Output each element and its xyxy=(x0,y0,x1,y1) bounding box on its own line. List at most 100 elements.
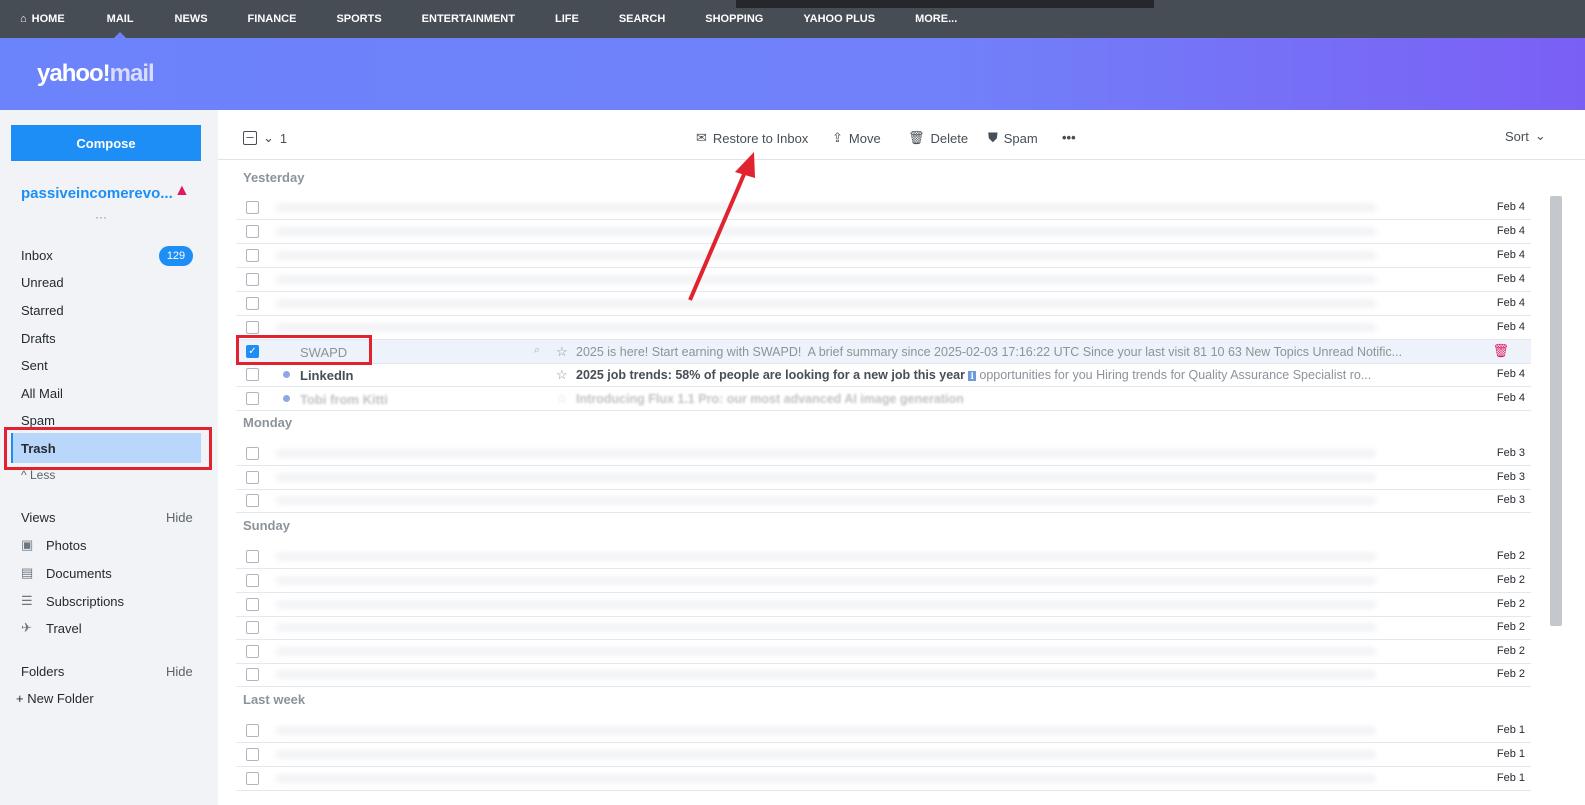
unread-dot[interactable] xyxy=(283,395,290,402)
home-icon[interactable]: ⌂ xyxy=(20,0,27,38)
info-icon: ℹ xyxy=(968,371,976,381)
nav-home[interactable]: HOME xyxy=(32,0,65,38)
row-checkbox[interactable] xyxy=(246,621,259,634)
search-icon[interactable]: ⌕ xyxy=(534,344,540,357)
sidebar-item-sent[interactable]: Sent xyxy=(21,358,48,373)
blurred-content xyxy=(276,648,1376,655)
message-row[interactable]: Feb 2 xyxy=(236,616,1531,640)
nav-mail[interactable]: MAIL xyxy=(107,0,134,38)
subject: 2025 is here! Start earning with SWAPD! xyxy=(576,345,802,359)
star-icon[interactable]: ☆ xyxy=(556,367,568,383)
message-row[interactable]: Feb 2 xyxy=(236,640,1531,664)
date: Feb 2 xyxy=(1496,645,1525,657)
message-row[interactable]: Feb 4 xyxy=(236,316,1531,340)
compose-button[interactable]: Compose xyxy=(11,125,201,161)
overlay-bar xyxy=(736,0,1154,8)
annotation-box-trash xyxy=(4,427,212,470)
message-row[interactable]: LinkedIn ☆ 2025 job trends: 58% of people … xyxy=(236,363,1531,387)
message-row[interactable]: Feb 4 xyxy=(236,196,1531,220)
message-row[interactable]: Feb 1 xyxy=(236,719,1531,743)
row-checkbox[interactable] xyxy=(246,748,259,761)
view-documents[interactable]: ▤ Documents xyxy=(21,565,112,581)
message-row[interactable]: ✓ SWAPD ⌕ ☆ 2025 is here! Start earning with… xyxy=(236,340,1531,364)
photo-icon: ▣ xyxy=(21,537,34,552)
nav-life[interactable]: LIFE xyxy=(555,0,579,38)
unread-dot[interactable] xyxy=(283,371,290,378)
sidebar-item-starred[interactable]: Starred xyxy=(21,303,64,318)
nav-news[interactable]: NEWS xyxy=(175,0,208,38)
view-photos[interactable]: ▣ Photos xyxy=(21,537,86,553)
sidebar-item-all-mail[interactable]: All Mail xyxy=(21,386,63,401)
message-row[interactable]: Feb 2 xyxy=(236,569,1531,593)
message-row[interactable]: Feb 2 xyxy=(236,663,1531,687)
less-toggle[interactable]: ^ Less xyxy=(21,468,55,482)
star-icon[interactable]: ☆ xyxy=(556,344,568,360)
scrollbar[interactable] xyxy=(1550,196,1562,626)
view-travel[interactable]: ✈ Travel xyxy=(21,620,82,636)
row-checkbox[interactable] xyxy=(246,273,259,286)
sort-button[interactable]: Sort ⌄ xyxy=(1505,128,1546,144)
row-checkbox[interactable] xyxy=(246,668,259,681)
message-row[interactable]: Feb 1 xyxy=(236,767,1531,791)
row-checkbox[interactable] xyxy=(246,297,259,310)
message-row[interactable]: Feb 3 xyxy=(236,466,1531,490)
message-row[interactable]: Feb 4 xyxy=(236,244,1531,268)
restore-to-inbox-button[interactable]: ✉ Restore to Inbox xyxy=(696,130,808,146)
row-checkbox[interactable] xyxy=(246,550,259,563)
message-row[interactable]: Feb 3 xyxy=(236,489,1531,513)
select-all-checkbox[interactable]: – ⌄ 1 xyxy=(243,130,287,146)
folders-label: Folders xyxy=(21,664,65,679)
move-button[interactable]: ⇪ Move xyxy=(832,130,881,146)
account-name[interactable]: passiveincomerevo... xyxy=(21,185,173,202)
new-folder-button[interactable]: + New Folder xyxy=(16,691,94,706)
sidebar-item-inbox[interactable]: Inbox xyxy=(21,248,53,263)
nav-finance[interactable]: FINANCE xyxy=(248,0,297,38)
date: Feb 3 xyxy=(1496,494,1525,506)
sender: Tobi from Kitti xyxy=(300,392,388,407)
message-row[interactable]: Feb 2 xyxy=(236,593,1531,617)
row-checkbox[interactable] xyxy=(246,201,259,214)
yahoo-mail-logo[interactable]: yahoo!mail xyxy=(37,60,155,88)
row-checkbox[interactable] xyxy=(246,598,259,611)
message-row[interactable]: Feb 4 xyxy=(236,268,1531,292)
message-row[interactable]: Feb 3 xyxy=(236,442,1531,466)
shield-icon: ⛊ xyxy=(988,130,998,145)
star-icon[interactable]: ☆ xyxy=(556,391,568,407)
row-checkbox[interactable] xyxy=(246,772,259,785)
message-row[interactable]: Feb 4 xyxy=(236,220,1531,244)
spam-button[interactable]: ⛊ Spam xyxy=(988,130,1038,146)
row-checkbox[interactable] xyxy=(246,724,259,737)
move-icon: ⇪ xyxy=(832,130,843,145)
more-dots-icon[interactable]: ··· xyxy=(95,210,107,224)
row-checkbox[interactable] xyxy=(246,471,259,484)
view-subscriptions[interactable]: ☰ Subscriptions xyxy=(21,593,124,609)
sidebar-item-spam[interactable]: Spam xyxy=(21,413,55,428)
message-row[interactable]: Feb 2 xyxy=(236,545,1531,569)
row-checkbox[interactable] xyxy=(246,249,259,262)
row-checkbox[interactable] xyxy=(246,225,259,238)
row-checkbox[interactable] xyxy=(246,574,259,587)
views-hide-button[interactable]: Hide xyxy=(166,510,193,525)
nav-entertainment[interactable]: ENTERTAINMENT xyxy=(422,0,515,38)
row-checkbox[interactable] xyxy=(246,321,259,334)
row-checkbox[interactable] xyxy=(246,494,259,507)
row-checkbox[interactable] xyxy=(246,645,259,658)
sidebar-item-drafts[interactable]: Drafts xyxy=(21,331,56,346)
trash-icon[interactable]: 🗑 xyxy=(1492,343,1509,359)
delete-button[interactable]: 🗑 Delete xyxy=(908,130,968,146)
more-actions-icon[interactable]: ••• xyxy=(1062,130,1076,145)
nav-sports[interactable]: SPORTS xyxy=(336,0,381,38)
row-checkbox[interactable] xyxy=(246,368,259,381)
message-row[interactable]: Tobi from Kitti ☆ Introducing Flux 1.1 Pro… xyxy=(236,387,1531,411)
row-checkbox[interactable] xyxy=(246,447,259,460)
warning-icon[interactable]: ▲ xyxy=(174,182,190,200)
message-row[interactable]: Feb 1 xyxy=(236,743,1531,767)
message-row[interactable]: Feb 4 xyxy=(236,292,1531,316)
preview: A brief summary since 2025-02-03 17:16:2… xyxy=(807,345,1403,359)
row-checkbox[interactable] xyxy=(246,392,259,405)
date: Feb 3 xyxy=(1496,471,1525,483)
date: Feb 2 xyxy=(1496,574,1525,586)
folders-hide-button[interactable]: Hide xyxy=(166,664,193,679)
nav-search[interactable]: SEARCH xyxy=(619,0,665,38)
sidebar-item-unread[interactable]: Unread xyxy=(21,275,64,290)
